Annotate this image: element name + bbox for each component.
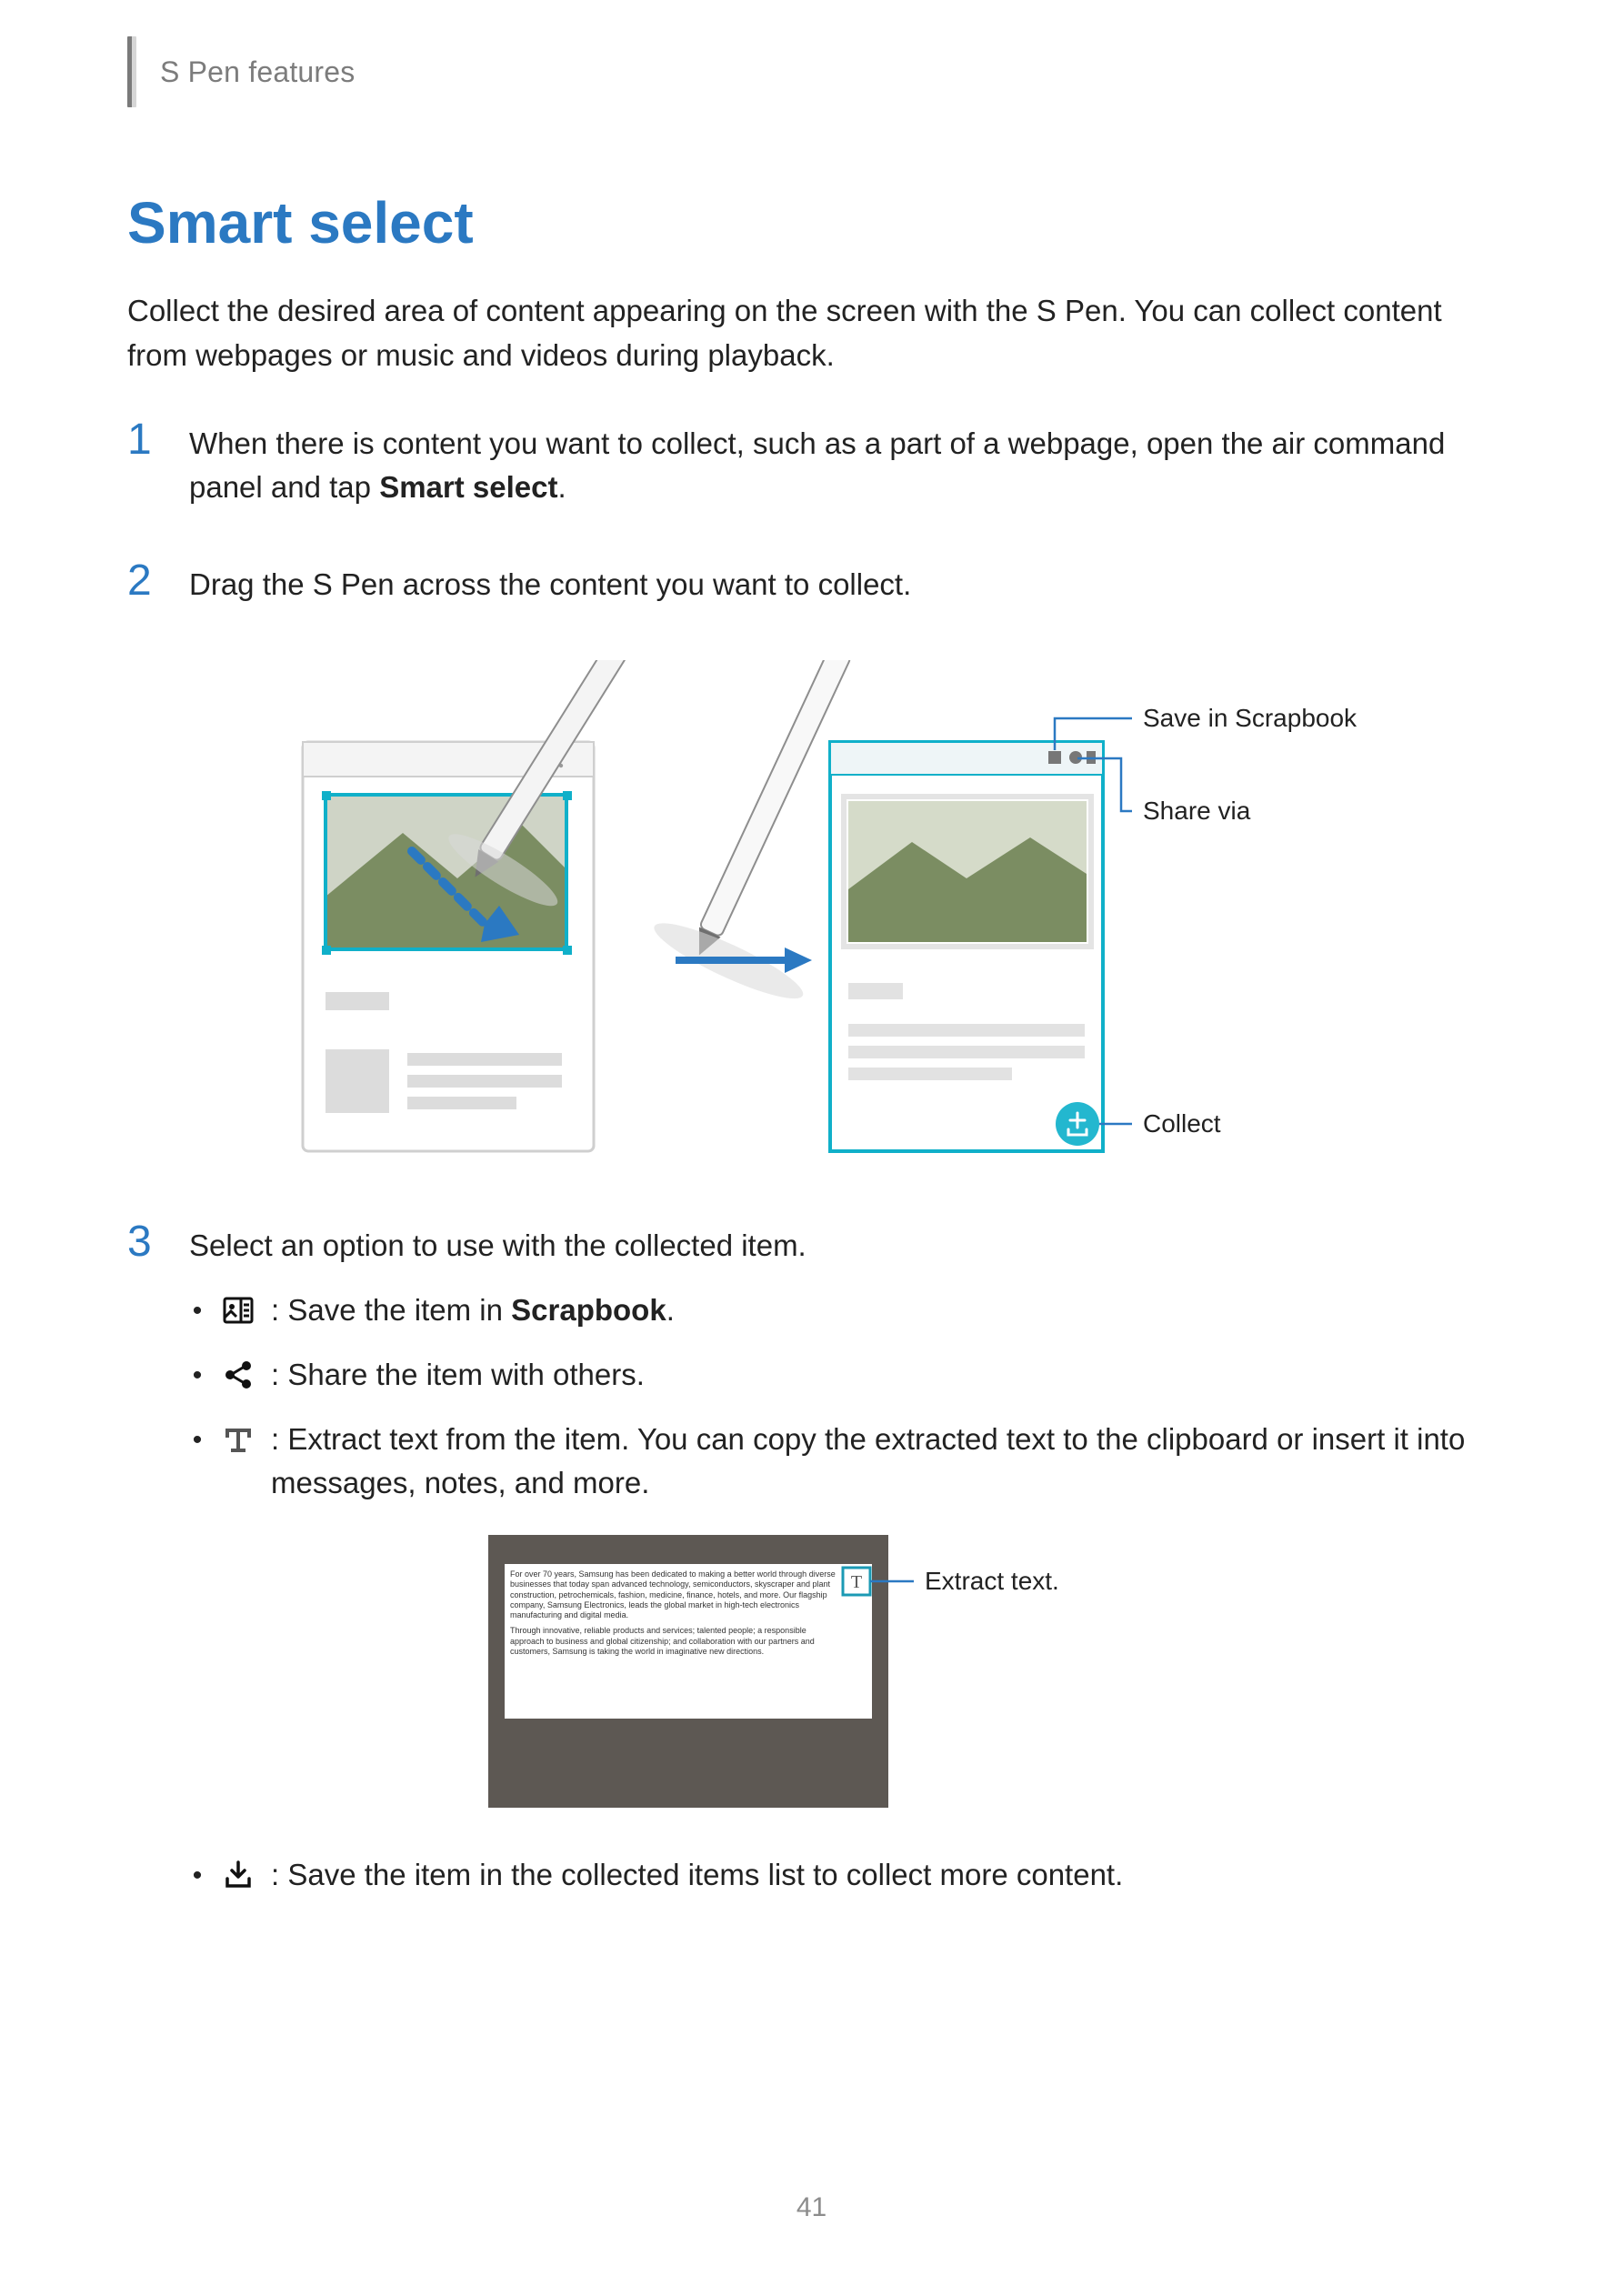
text-icon (222, 1423, 255, 1456)
step-1-text-b: . (557, 470, 566, 504)
figure-smart-select-drag: Save in Scrapbook Share via Collect (127, 660, 1496, 1169)
extract-para-1: For over 70 years, Samsung has been dedi… (510, 1569, 837, 1620)
section-breadcrumb: S Pen features (160, 55, 356, 89)
callout-save-scrapbook: Save in Scrapbook (1143, 704, 1358, 732)
extract-t-button: T (850, 1572, 861, 1592)
intro-paragraph: Collect the desired area of content appe… (127, 289, 1496, 378)
callout-share-via: Share via (1143, 797, 1251, 825)
step-number: 1 (127, 418, 160, 462)
source-device (303, 742, 594, 1151)
result-panel (830, 742, 1103, 1151)
callout-extract-text: Extract text. (925, 1567, 1059, 1595)
bullet-dot: • (189, 1421, 205, 1459)
option-share: • : Share the item with others. (189, 1353, 1496, 1398)
t: : Save the item in (271, 1293, 511, 1327)
bullet-dot: • (189, 1357, 205, 1395)
option-list: • : Save the item in Scrapbook. (189, 1288, 1496, 1506)
header-accent-mark (127, 36, 136, 107)
step-3-body: Select an option to use with the collect… (189, 1224, 1496, 1918)
option-collect-more-text: : Save the item in the collected items l… (271, 1853, 1496, 1898)
t-bold: Scrapbook (511, 1293, 666, 1327)
figure1-svg: Save in Scrapbook Share via Collect (248, 660, 1376, 1169)
step-1-text: When there is content you want to collec… (189, 422, 1496, 511)
step-number: 2 (127, 559, 160, 603)
scrapbook-icon (222, 1294, 255, 1327)
download-tray-icon (222, 1859, 255, 1891)
header-bar: S Pen features (127, 36, 1496, 107)
callout-collect: Collect (1143, 1109, 1221, 1138)
bullet-dot: • (189, 1292, 205, 1330)
figure-extract-text: T For over 70 years, Samsung has been de… (189, 1526, 1496, 1817)
option-scrapbook: • : Save the item in Scrapbook. (189, 1288, 1496, 1333)
option-collect-more: • : Save the item in the collected items… (189, 1853, 1496, 1898)
step-3-text: Select an option to use with the collect… (189, 1224, 1496, 1268)
step-1-bold: Smart select (379, 470, 557, 504)
option-share-text: : Share the item with others. (271, 1353, 1496, 1398)
bullet-dot: • (189, 1857, 205, 1895)
option-scrapbook-text: : Save the item in Scrapbook. (271, 1288, 1496, 1333)
page: S Pen features Smart select Collect the … (0, 0, 1623, 2296)
option-extract-text-text: : Extract text from the item. You can co… (271, 1418, 1496, 1507)
step-3: 3 Select an option to use with the colle… (127, 1224, 1496, 1918)
share-icon (222, 1359, 255, 1391)
step-2-text: Drag the S Pen across the content you wa… (189, 563, 1496, 607)
step-2: 2 Drag the S Pen across the content you … (127, 563, 1496, 607)
option-extract-text: • : Extract text from the item. You can … (189, 1418, 1496, 1507)
step-1-text-a: When there is content you want to collec… (189, 426, 1445, 505)
option-list-2: • : Save the item in the collected items… (189, 1853, 1496, 1898)
step-1: 1 When there is content you want to coll… (127, 422, 1496, 511)
figure2-svg: T For over 70 years, Samsung has been de… (479, 1526, 1207, 1817)
extract-para-2: Through innovative, reliable products an… (510, 1627, 837, 1658)
page-number: 41 (0, 2192, 1623, 2223)
page-title: Smart select (127, 189, 1496, 256)
t: . (666, 1293, 675, 1327)
step-number: 3 (127, 1220, 160, 1264)
